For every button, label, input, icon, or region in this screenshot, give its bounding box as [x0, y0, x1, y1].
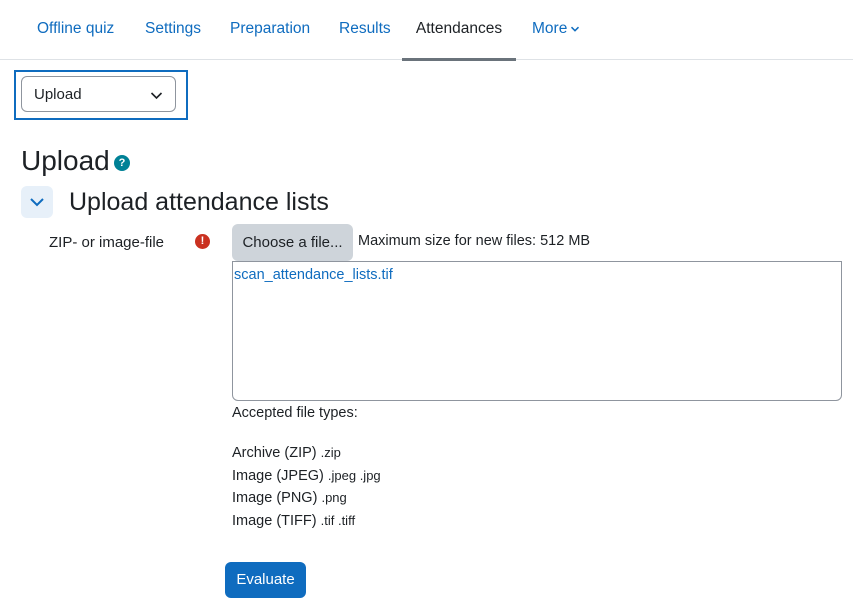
page-mode-select[interactable]: Upload: [21, 76, 176, 112]
accepted-types-list: Archive (ZIP) .zip Image (JPEG) .jpeg .j…: [232, 442, 381, 533]
tab-attendances-label: Attendances: [415, 20, 503, 37]
file-drop-area[interactable]: scan_attendance_lists.tif: [232, 261, 842, 401]
chevron-down-icon: [150, 92, 163, 100]
type-ext: .tif .tiff: [320, 513, 356, 529]
tab-offline-quiz[interactable]: Offline quiz: [37, 0, 114, 60]
active-tab-indicator: [402, 58, 516, 61]
type-ext: .png: [321, 490, 347, 506]
tab-more[interactable]: More: [532, 0, 580, 60]
collapse-section-button[interactable]: [21, 186, 53, 218]
max-size-text: Maximum size for new files: 512 MB: [358, 233, 591, 249]
type-name: Archive (ZIP): [232, 445, 317, 461]
help-icon[interactable]: ?: [114, 155, 130, 171]
uploaded-file-link[interactable]: scan_attendance_lists.tif: [234, 266, 393, 284]
choose-file-button[interactable]: Choose a file...: [232, 224, 353, 261]
tab-settings[interactable]: Settings: [145, 0, 201, 60]
list-item: Image (JPEG) .jpeg .jpg: [232, 465, 381, 488]
type-ext: .zip: [320, 445, 341, 460]
accepted-types-label: Accepted file types:: [232, 405, 358, 421]
list-item: Image (TIFF) .tif .tiff: [232, 510, 381, 533]
type-name: Image (PNG): [232, 490, 318, 507]
chevron-down-icon: [30, 198, 44, 207]
page-title: Upload: [21, 145, 110, 176]
required-icon: !: [195, 234, 210, 249]
file-field-label: ZIP- or image-file: [49, 234, 165, 251]
secondary-navigation: Offline quiz Settings Preparation Result…: [0, 0, 853, 61]
section-title: Upload attendance lists: [69, 188, 329, 216]
tab-results[interactable]: Results: [339, 0, 391, 60]
type-ext: .jpeg .jpg: [327, 467, 381, 483]
type-name: Image (JPEG): [232, 467, 324, 484]
tab-more-label: More: [532, 20, 568, 37]
type-name: Image (TIFF): [232, 513, 317, 530]
chevron-down-icon: [571, 26, 580, 32]
tab-attendances[interactable]: Attendances: [402, 0, 516, 61]
list-item: Image (PNG) .png: [232, 487, 381, 510]
tab-preparation[interactable]: Preparation: [230, 0, 310, 60]
evaluate-button[interactable]: Evaluate: [225, 562, 306, 598]
select-value: Upload: [34, 86, 82, 103]
list-item: Archive (ZIP) .zip: [232, 442, 381, 465]
